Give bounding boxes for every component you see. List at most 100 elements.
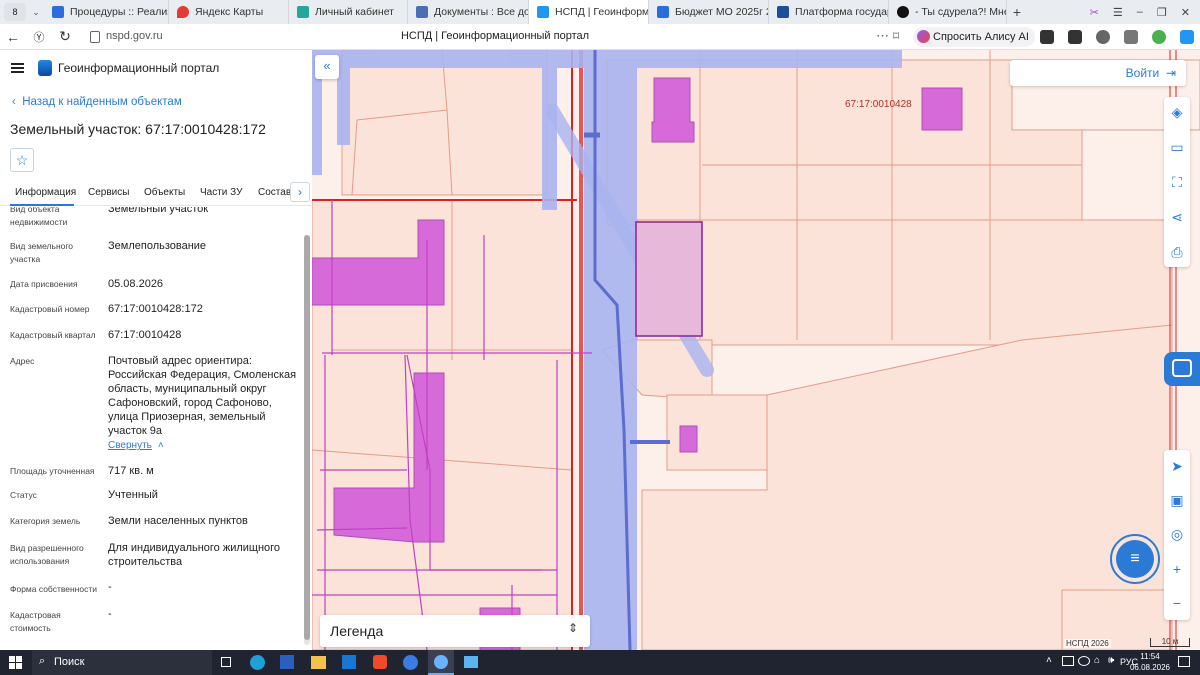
map-toolbar-top: ◈ ▭ ⛶ ⋖ ⎙ (1164, 97, 1190, 267)
field-value: 717 кв. м (108, 465, 154, 477)
field-value: Учтенный (108, 489, 158, 501)
collapse-panel-button[interactable]: « (315, 55, 339, 79)
network-icon[interactable]: ⌂ (1094, 655, 1100, 666)
field-value: - (108, 581, 112, 593)
browser-tab[interactable]: Личный кабинет (289, 0, 408, 24)
info-panel: Геоинформационный портал ‹ Назад к найде… (0, 50, 312, 650)
explorer-icon[interactable] (311, 656, 326, 669)
app-icon[interactable] (464, 656, 478, 668)
copyright: НСПД 2026 (1064, 639, 1111, 648)
ask-alice-button[interactable]: Спросить Алису AI (913, 27, 1035, 47)
field-value: Землепользование (108, 240, 207, 252)
tray-icon[interactable] (1062, 656, 1074, 666)
ruler-icon[interactable]: ▭ (1164, 134, 1190, 160)
tab-favicon-icon (777, 6, 789, 18)
tab-parts[interactable]: Части ЗУ (200, 187, 242, 198)
browser-tab[interactable]: Документы : Все докум (408, 0, 529, 24)
road-polygon (584, 50, 637, 650)
clock[interactable]: 11:54 06.08.2026 (1128, 651, 1172, 673)
close-window-icon[interactable]: ✕ (1181, 6, 1190, 19)
zoom-in-icon[interactable]: + (1164, 556, 1190, 582)
browser-tab[interactable]: Бюджет МО 2025г 24.2. (649, 0, 769, 24)
field-label: Дата присвоения (10, 279, 78, 289)
building-polygon (679, 425, 698, 453)
layers-icon[interactable]: ◈ (1164, 99, 1190, 125)
assistant-tab-button[interactable] (1164, 352, 1200, 386)
login-icon: ⇥ (1165, 66, 1176, 80)
volume-icon[interactable]: 🕪 (1108, 655, 1114, 666)
windows-start-icon[interactable] (9, 656, 22, 669)
tab-services[interactable]: Сервисы (88, 187, 129, 198)
back-link[interactable]: ‹ Назад к найденным объектам (12, 96, 182, 108)
tab-favicon-icon (897, 6, 909, 18)
zoom-out-icon[interactable]: − (1164, 590, 1190, 616)
download-icon[interactable] (1180, 30, 1194, 44)
minimize-icon[interactable]: – (1137, 6, 1143, 19)
coordinates-icon[interactable]: ◎ (1164, 521, 1190, 547)
share-icon[interactable]: ⋖ (1164, 204, 1190, 230)
login-button[interactable]: Войти ⇥ (1010, 60, 1186, 86)
print-icon[interactable]: ⎙ (1164, 239, 1190, 265)
browser-tab[interactable]: Платформа государстве (769, 0, 889, 24)
mail-icon[interactable] (342, 655, 356, 669)
restore-icon[interactable]: ❐ (1157, 6, 1167, 19)
tray-chevron-icon[interactable]: ˄ (1046, 655, 1052, 666)
tab-list-icon[interactable]: ⌄ (28, 7, 44, 18)
scrollbar-thumb[interactable] (304, 235, 310, 640)
extension-icon[interactable] (1068, 30, 1082, 44)
field-value: 05.08.2026 (108, 278, 164, 290)
extension-icon[interactable] (1040, 30, 1054, 44)
expand-icon[interactable]: ⇕ (568, 621, 578, 635)
address-bar: ← Ⓨ ↻ nspd.gov.ru НСПД | Геоинформационн… (0, 24, 1200, 50)
tab-information[interactable]: Информация (15, 187, 76, 198)
browser-app-icon[interactable] (403, 655, 418, 670)
tab-composition[interactable]: Состав (258, 187, 291, 198)
tab-favicon-icon (297, 6, 309, 18)
taskbar-search[interactable]: ⌕ Поиск (32, 650, 212, 675)
field-label: Кадастровый квартал (10, 330, 96, 340)
scrollbar-track[interactable] (304, 235, 310, 645)
hamburger-menu-icon[interactable] (11, 63, 24, 73)
active-tab-indicator (10, 204, 74, 206)
geolocation-icon[interactable]: ➤ (1164, 453, 1190, 479)
map-view[interactable]: 67:17:0010428 « Войти ⇥ ◈ ▭ ⛶ ⋖ ⎙ ➤ ▣ ◎ … (312, 50, 1200, 650)
collapse-link[interactable]: Свернуть ˄ (108, 440, 164, 451)
more-icon[interactable]: ⋯ (876, 28, 889, 44)
yandex-browser-taskbar-icon[interactable] (428, 650, 454, 675)
field-value: Земли населенных пунктов (108, 515, 248, 527)
new-tab-button[interactable]: + (1007, 4, 1027, 20)
menu-icon[interactable]: ☰ (1113, 6, 1123, 19)
browser-tab[interactable]: Яндекс Карты (169, 0, 289, 24)
tabs-scroll-right-button[interactable]: › (290, 182, 310, 202)
extensions-icon[interactable]: ✂ (1090, 6, 1099, 19)
edge-icon[interactable] (250, 655, 265, 670)
tray-icon[interactable] (1078, 656, 1090, 666)
task-view-icon[interactable] (221, 657, 231, 667)
chat-button[interactable]: ≡ (1110, 534, 1160, 584)
map-canvas[interactable]: 67:17:0010428 (312, 50, 1200, 650)
select-area-icon[interactable]: ⛶ (1164, 169, 1190, 195)
store-icon[interactable] (280, 655, 294, 669)
browser-tab[interactable]: Процедуры :: Реализаци (44, 0, 169, 24)
panel-tabs: Информация Сервисы Объекты Части ЗУ Сост… (0, 178, 312, 206)
field-label: Кадастровая стоимость (10, 610, 61, 633)
tab-count-badge[interactable]: 8 (4, 3, 26, 21)
notifications-icon[interactable] (1178, 656, 1190, 667)
basemap-icon[interactable]: ▣ (1164, 487, 1190, 513)
legend-panel[interactable]: Легенда ⇕ (320, 615, 590, 647)
extension-icon[interactable] (1152, 30, 1166, 44)
browser-tab-active[interactable]: НСПД | Геоинформац✕ (529, 0, 649, 24)
portal-logo-icon (38, 60, 52, 76)
extension-icon[interactable] (1096, 30, 1110, 44)
extension-icon[interactable] (1124, 30, 1138, 44)
browser-tab-bar: 8 ⌄ Процедуры :: Реализаци Яндекс Карты … (0, 0, 1200, 24)
building-polygon (921, 87, 963, 131)
favorite-star-button[interactable]: ☆ (10, 148, 34, 172)
bookmark-icon[interactable]: ⌑ (893, 29, 899, 43)
field-value: 67:17:0010428 (108, 329, 182, 341)
browser-tab[interactable]: - Ты сдурела?! Мне почт (889, 0, 1007, 24)
yandex-app-icon[interactable] (373, 655, 387, 669)
tab-objects[interactable]: Объекты (144, 187, 185, 198)
field-value: Для индивидуального жилищного строительс… (108, 542, 281, 568)
chevron-left-icon: ‹ (12, 96, 23, 108)
